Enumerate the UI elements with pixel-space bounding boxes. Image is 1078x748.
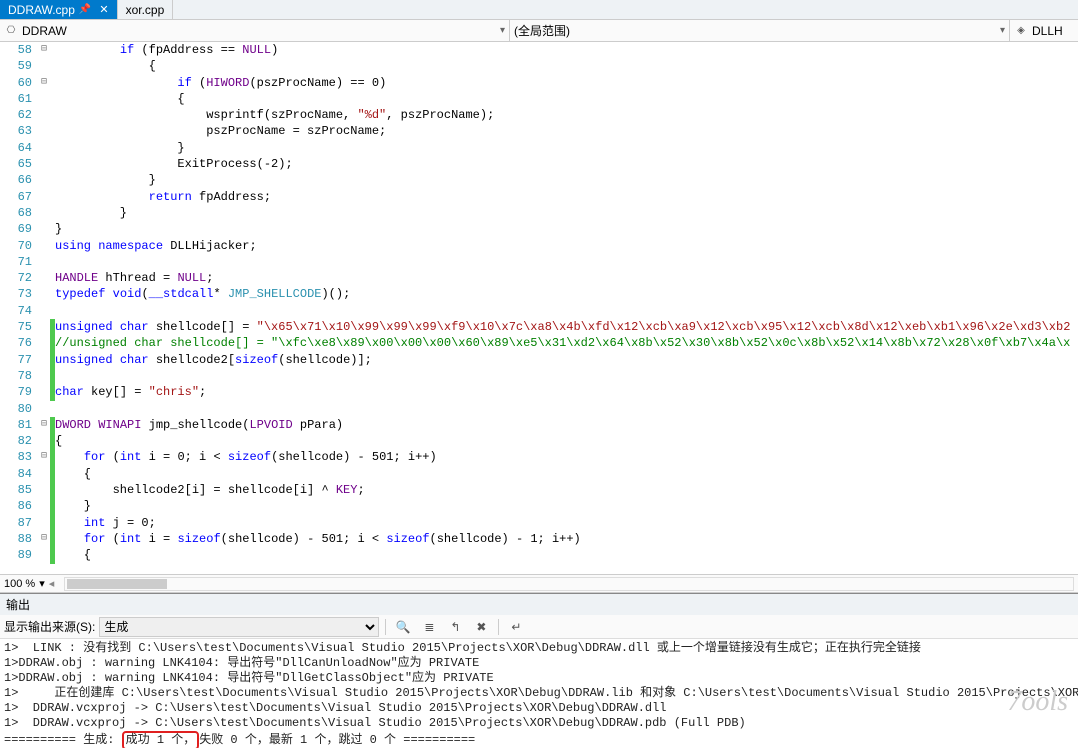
output-panel: 输出 显示输出来源(S): 生成 🔍 ≣ ↰ ✖ ↵ 1> LINK : 没有找…	[0, 593, 1078, 748]
scope-dropdown-left[interactable]: ⎔ DDRAW ▾	[0, 20, 510, 41]
scope-right-text: DLLH	[1032, 24, 1063, 38]
scope-mid-text: (全局范围)	[514, 22, 570, 39]
scope-dropdown-mid[interactable]: (全局范围) ▾	[510, 20, 1010, 41]
tab-xor[interactable]: xor.cpp	[118, 0, 174, 19]
scope-dropdown-right[interactable]: ◈ DLLH	[1010, 20, 1078, 41]
module-icon: ⎔	[4, 24, 18, 38]
output-source-select[interactable]: 生成	[99, 617, 379, 637]
tab-label: DDRAW.cpp	[8, 3, 75, 17]
prev-icon[interactable]: ↰	[444, 617, 466, 637]
pin-icon[interactable]: 📌	[79, 4, 91, 15]
chevron-down-icon: ▾	[500, 25, 505, 36]
clear-icon[interactable]: ✖	[470, 617, 492, 637]
scrollbar-thumb[interactable]	[67, 579, 167, 589]
find-icon[interactable]: 🔍	[392, 617, 414, 637]
horizontal-scrollbar[interactable]	[64, 577, 1074, 591]
output-toolbar: 显示输出来源(S): 生成 🔍 ≣ ↰ ✖ ↵	[0, 615, 1078, 639]
tab-ddraw[interactable]: DDRAW.cpp 📌 ✕	[0, 0, 118, 19]
zoom-level[interactable]: 100 %	[4, 578, 35, 590]
line-number-gutter: 5859606162636465666768697071727374757677…	[0, 42, 38, 564]
goto-icon[interactable]: ≣	[418, 617, 440, 637]
output-text[interactable]: 1> LINK : 没有找到 C:\Users\test\Documents\V…	[0, 639, 1078, 748]
chevron-down-icon: ▾	[1000, 25, 1005, 36]
code-editor[interactable]: 5859606162636465666768697071727374757677…	[0, 42, 1078, 574]
output-source-label: 显示输出来源(S):	[4, 618, 95, 635]
chevron-down-icon[interactable]: ▾	[39, 577, 45, 590]
close-icon[interactable]: ✕	[99, 3, 108, 16]
scope-nav: ⎔ DDRAW ▾ (全局范围) ▾ ◈ DLLH	[0, 20, 1078, 42]
output-title: 输出	[0, 594, 1078, 615]
code-body[interactable]: if (fpAddress == NULL) { if (HIWORD(pszP…	[55, 42, 1078, 564]
file-tabs: DDRAW.cpp 📌 ✕ xor.cpp	[0, 0, 1078, 20]
wrap-icon[interactable]: ↵	[505, 617, 527, 637]
tab-label: xor.cpp	[126, 3, 165, 17]
fold-column[interactable]: ⊟⊟⊟⊟⊟	[38, 42, 50, 564]
zoom-bar: 100 % ▾ ◂	[0, 575, 1078, 593]
scroll-arrow-left-icon[interactable]: ◂	[49, 577, 55, 590]
member-icon: ◈	[1014, 24, 1028, 38]
scope-left-text: DDRAW	[22, 24, 67, 38]
